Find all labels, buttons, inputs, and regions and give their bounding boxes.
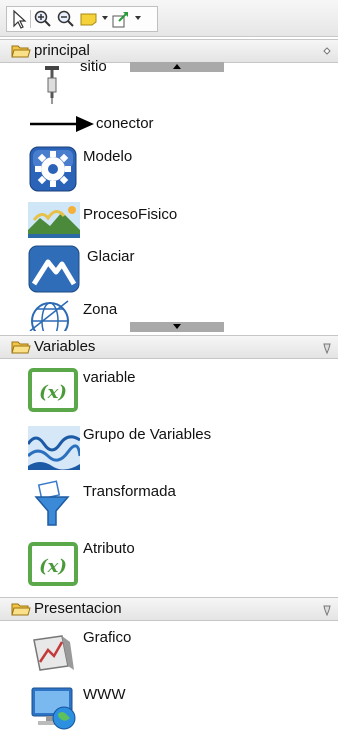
export-icon[interactable]: [111, 9, 131, 29]
sitio-icon: [28, 58, 80, 110]
palette-item-variable[interactable]: (x) variable: [0, 366, 338, 420]
section-title: Presentacion: [34, 600, 122, 617]
chart-box-icon: [28, 626, 80, 678]
palette-item-label: Grafico: [83, 629, 132, 646]
palette-item-atributo[interactable]: (x) Atributo: [0, 538, 338, 592]
palette-item-label: variable: [83, 369, 136, 386]
pin-icon[interactable]: [322, 603, 332, 617]
folder-open-icon: [11, 44, 31, 59]
export-dropdown-arrow[interactable]: [135, 16, 141, 20]
palette-item-label: conector: [96, 115, 154, 132]
variable-x-icon: (x): [28, 366, 80, 418]
palette-item-grupo-de-variables[interactable]: Grupo de Variables: [0, 422, 338, 476]
note-dropdown-arrow[interactable]: [102, 16, 108, 20]
folder-open-icon: [11, 602, 31, 617]
palette-toolbar: [0, 0, 338, 37]
svg-text:(x): (x): [39, 556, 67, 577]
palette-item-conector[interactable]: conector: [0, 110, 338, 140]
note-icon[interactable]: [79, 9, 99, 29]
pin-icon[interactable]: [322, 45, 332, 57]
palette-item-www[interactable]: WWW: [0, 682, 338, 731]
palette-item-label: Zona: [83, 301, 118, 318]
palette-item-label: ProcesoFisico: [83, 206, 178, 223]
conector-arrow-icon: [28, 110, 94, 140]
palette-item-label: Grupo de Variables: [83, 426, 212, 443]
palette-item-label: Transformada: [83, 483, 176, 500]
palette-item-label: Modelo: [83, 148, 133, 165]
section-title: principal: [34, 42, 90, 59]
section-header-presentacion[interactable]: Presentacion: [0, 597, 338, 621]
folder-open-icon: [11, 340, 31, 355]
palette-item-grafico[interactable]: Grafico: [0, 626, 338, 680]
toolbar-separator: [30, 10, 31, 28]
arrow-down-icon: [173, 324, 181, 329]
attribute-x-icon: (x): [28, 538, 80, 590]
palette-item-label: sitio: [80, 58, 107, 75]
palette-item-label: Glaciar: [87, 248, 135, 265]
computer-globe-icon: [28, 682, 80, 731]
mountain-icon: [28, 244, 80, 296]
palette-item-modelo[interactable]: Modelo: [0, 143, 338, 197]
gear-icon: [28, 143, 80, 195]
palette-item-glaciar[interactable]: Glaciar: [0, 244, 338, 298]
section-title: Variables: [34, 338, 96, 355]
pin-icon[interactable]: [322, 341, 332, 355]
globe-grid-icon: [28, 297, 80, 340]
palette-item-label: WWW: [83, 686, 126, 703]
scroll-down-button[interactable]: [130, 322, 224, 332]
funnel-icon: [28, 479, 80, 531]
palette-item-sitio[interactable]: sitio: [0, 58, 338, 112]
toolbar-button-group: [6, 6, 158, 32]
palette-item-label: Atributo: [83, 540, 135, 557]
section-header-variables[interactable]: Variables: [0, 335, 338, 359]
select-pointer-icon[interactable]: [9, 9, 29, 29]
zoom-out-icon[interactable]: [56, 9, 76, 29]
palette-item-transformada[interactable]: Transformada: [0, 479, 338, 533]
zoom-in-icon[interactable]: [33, 9, 53, 29]
svg-text:(x): (x): [39, 382, 67, 403]
variable-group-icon: [26, 422, 82, 474]
